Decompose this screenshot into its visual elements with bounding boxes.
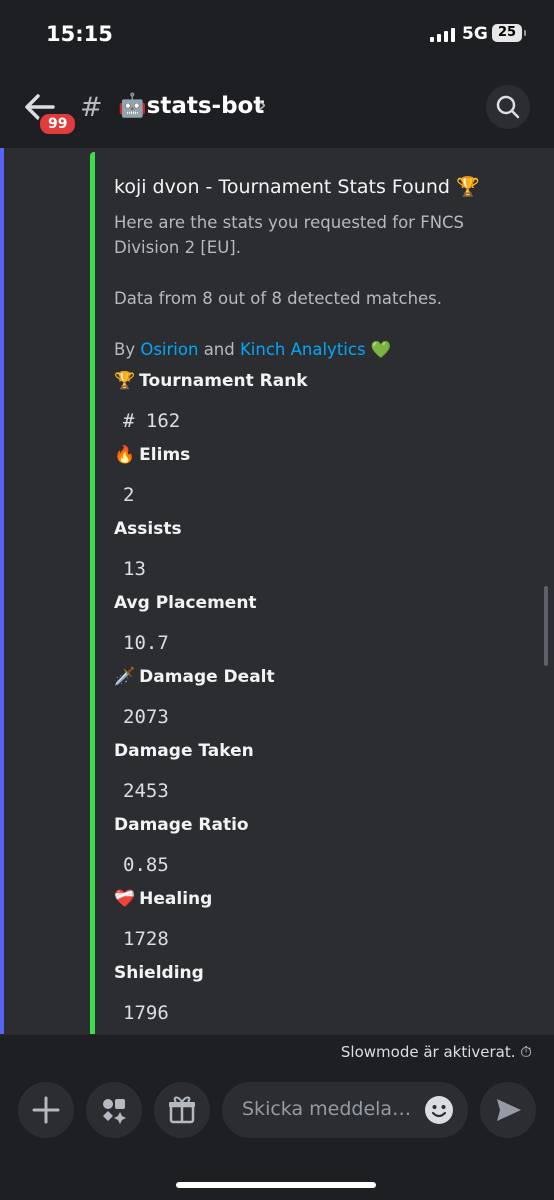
channel-title[interactable]: 🤖stats-bot <box>118 92 264 119</box>
scrollbar[interactable] <box>544 586 548 666</box>
message-placeholder: Skicka meddela… <box>242 1098 412 1120</box>
field-value: 0.85 <box>123 854 169 876</box>
status-bar: 15:15 5G 25 <box>0 0 554 72</box>
robot-icon: 🤖 <box>118 93 147 119</box>
home-indicator[interactable] <box>176 1182 376 1188</box>
embed-title: koji dvon - Tournament Stats Found 🏆 <box>114 176 480 198</box>
apps-icon <box>103 1099 126 1124</box>
field-value: 10.7 <box>123 632 169 654</box>
status-time: 15:15 <box>46 22 113 46</box>
field-value: # 162 <box>123 410 181 432</box>
send-icon <box>497 1099 521 1121</box>
embed-content: koji dvon - Tournament Stats Found 🏆 Her… <box>114 170 524 1032</box>
embed-fields: 🏆 Tournament Rank # 162 🔥 Elims 2 Assists … <box>114 366 524 1032</box>
slowmode-bar: Slowmode är aktiverat. ⏱ <box>0 1034 554 1073</box>
field-name: ❤️‍🩹 Healing <box>114 889 213 909</box>
channel-hash-icon: # <box>80 92 103 123</box>
credits-line: By Osirion and Kinch Analytics 💚 <box>114 340 392 359</box>
osirion-link[interactable]: Osirion <box>140 340 198 359</box>
field-value: 2453 <box>123 780 169 802</box>
search-button[interactable] <box>486 85 530 129</box>
signal-icon <box>430 26 455 42</box>
field-name: Assists <box>114 519 182 539</box>
apps-button[interactable] <box>86 1082 142 1138</box>
field-icon: ❤️‍🩹 <box>114 889 136 909</box>
field-value: 2 <box>123 484 135 506</box>
field-name: 🏆 Tournament Rank <box>114 371 308 391</box>
green-heart-icon: 💚 <box>370 340 392 359</box>
plus-icon <box>32 1096 60 1124</box>
field-value: 2073 <box>123 706 169 728</box>
chevron-right-icon[interactable]: › <box>258 93 267 118</box>
field-icon: 🏆 <box>114 371 136 391</box>
message-composer: Skicka meddela… <box>0 1072 554 1200</box>
search-icon <box>496 95 520 119</box>
field-value: 1796 <box>123 1002 169 1024</box>
field-icon: 🔥 <box>114 445 136 465</box>
field-name: 🔥 Elims <box>114 445 191 465</box>
field-value: 13 <box>123 558 146 580</box>
field-name: Damage Ratio <box>114 815 249 835</box>
kinch-analytics-link[interactable]: Kinch Analytics <box>240 340 366 359</box>
timer-icon: ⏱ <box>520 1043 532 1061</box>
emoji-icon[interactable] <box>424 1095 454 1125</box>
embed-description: Here are the stats you requested for FNC… <box>114 210 524 362</box>
field-name: Avg Placement <box>114 593 257 613</box>
mention-highlight-bar <box>0 148 4 1034</box>
field-name: Damage Taken <box>114 741 254 761</box>
channel-name: stats-bot <box>146 93 265 119</box>
gift-icon <box>169 1096 195 1124</box>
send-button[interactable] <box>480 1082 536 1138</box>
network-type: 5G <box>462 24 488 44</box>
description-line: Data from 8 out of 8 detected matches. <box>114 289 443 308</box>
unread-badge: 99 <box>38 112 78 136</box>
field-value: 1728 <box>123 928 169 950</box>
description-line: Here are the stats you requested for FNC… <box>114 213 465 257</box>
message-input[interactable]: Skicka meddela… <box>222 1082 468 1138</box>
channel-header: 99 # 🤖stats-bot › <box>0 72 554 148</box>
gift-button[interactable] <box>154 1082 210 1138</box>
add-button[interactable] <box>18 1082 74 1138</box>
field-icon: 🗡️ <box>114 667 136 687</box>
field-name: Shielding <box>114 963 204 983</box>
field-name: 🗡️ Damage Dealt <box>114 667 275 687</box>
message-list[interactable]: koji dvon - Tournament Stats Found 🏆 Her… <box>0 148 554 1034</box>
battery-icon: 25 <box>492 24 526 42</box>
trophy-icon: 🏆 <box>456 176 480 198</box>
slowmode-notice: Slowmode är aktiverat. ⏱ <box>340 1043 532 1061</box>
